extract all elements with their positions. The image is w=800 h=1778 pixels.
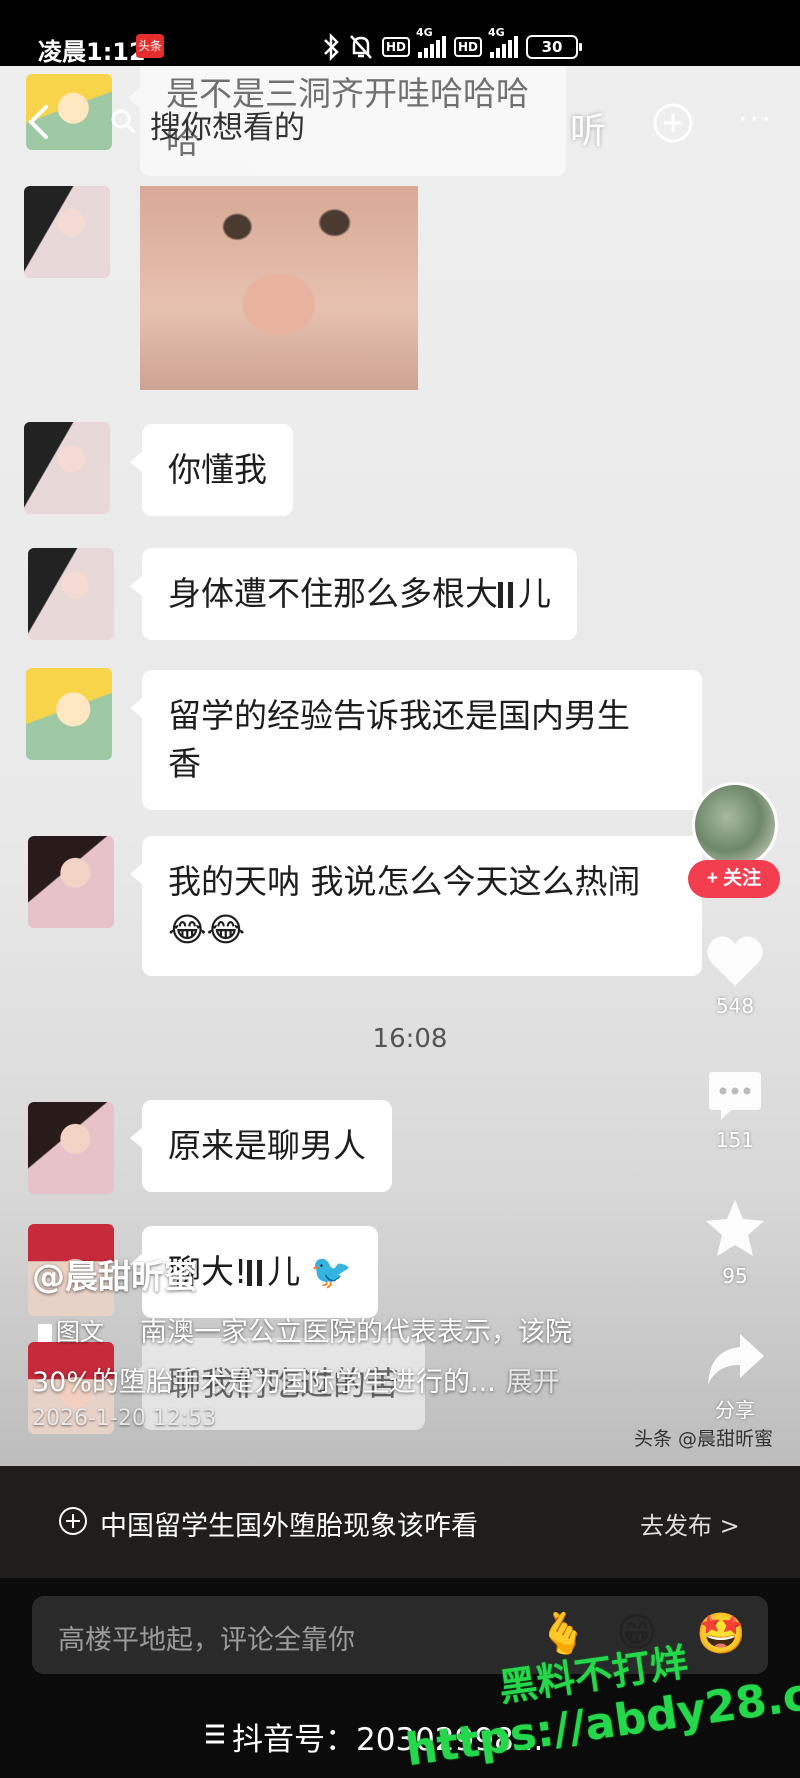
post-date: 2026-1-20 12:53: [32, 1406, 217, 1431]
chat-text: 😂😂: [168, 910, 246, 949]
top-nav: 搜你想看的 听 ···: [0, 72, 800, 172]
caption-text: 南澳一家公立医院的代表表示，该院: [140, 1317, 572, 1348]
listen-button[interactable]: 听: [570, 102, 606, 154]
topic-bar[interactable]: 中国留学生国外堕胎现象该咋看 去发布 >: [0, 1466, 800, 1578]
signal-icon: 4G: [416, 26, 447, 58]
comment-placeholder: 高楼平地起，评论全靠你: [58, 1625, 355, 1656]
menu-lines-icon: [206, 1724, 224, 1744]
avatar: [26, 668, 112, 760]
chat-text: 香: [168, 744, 201, 783]
chat-text: 身体遭不住那么多根大: [168, 574, 498, 613]
avatar: [28, 1102, 114, 1194]
like-button[interactable]: 548: [690, 934, 780, 1018]
topic-text[interactable]: 中国留学生国外堕胎现象该咋看: [100, 1504, 478, 1543]
mosaic-censor: [498, 582, 518, 608]
battery-icon: 30: [526, 35, 583, 59]
avatar: [24, 422, 110, 514]
author-name[interactable]: @晨甜昕蜜: [32, 1250, 197, 1298]
source-watermark: 头条 @晨甜昕蜜: [634, 1428, 774, 1450]
favorite-button[interactable]: 95: [690, 1198, 780, 1288]
network-label: 4G: [488, 26, 505, 39]
chat-bubble: 留学的经验告诉我还是国内男生香: [130, 670, 702, 810]
status-time: 凌晨1:12: [38, 38, 146, 66]
chat-text: 留学的经验告诉我还是国内男生: [168, 696, 630, 735]
share-label: 分享: [715, 1398, 755, 1422]
avatar: [24, 186, 110, 278]
publish-link[interactable]: 去发布 >: [640, 1506, 740, 1541]
chat-bubble: 身体遭不住那么多根大儿: [130, 548, 577, 640]
add-circle-icon: [59, 1507, 87, 1535]
comment-count: 151: [715, 1128, 755, 1152]
share-arrow-icon: [708, 1334, 764, 1384]
comment-button[interactable]: 151: [690, 1070, 780, 1152]
chat-text: 儿 🐦: [267, 1252, 352, 1291]
expand-link[interactable]: 展开: [506, 1367, 560, 1398]
chat-text: 你懂我: [168, 450, 267, 489]
time-separator: 16:08: [372, 1024, 448, 1054]
more-button[interactable]: ···: [738, 102, 773, 137]
avatar: [28, 836, 114, 928]
post-type-label: 图文: [56, 1318, 104, 1346]
add-circle-icon[interactable]: [652, 102, 694, 144]
follow-button[interactable]: + 关注: [688, 860, 780, 898]
hd-badge-icon: HD: [382, 37, 411, 57]
search-icon[interactable]: [110, 108, 136, 134]
chat-bubble: 原来是聊男人: [130, 1100, 392, 1192]
chat-text: 儿: [518, 574, 551, 613]
caption-text-line: 30%的堕胎手术是为国际学生进行的...: [32, 1367, 496, 1398]
status-icons: HD 4G HD 4G 30: [322, 26, 583, 64]
mosaic-censor: [247, 1260, 268, 1286]
hd-badge-icon: HD: [454, 37, 483, 57]
network-label: 4G: [416, 26, 433, 39]
star-eyes-emoji-icon[interactable]: 🤩: [696, 1610, 746, 1657]
share-button[interactable]: 分享: [690, 1332, 780, 1423]
chat-image: [140, 186, 418, 390]
chat-bubble: 我的天呐 我说怎么今天这么热闹 😂😂: [130, 836, 702, 976]
heart-icon: [707, 936, 763, 986]
mute-bell-icon: [350, 35, 372, 59]
image-text-icon: [38, 1324, 52, 1342]
post-type-tag: 图文: [38, 1312, 104, 1347]
chat-text: 我的天呐 我说怎么今天这么热闹: [168, 862, 641, 901]
signal-icon: 4G: [488, 26, 519, 58]
bluetooth-icon: [324, 33, 339, 61]
back-arrow-icon[interactable]: [26, 104, 50, 140]
caption-text: 30%的堕胎手术是为国际学生进行的... 展开: [32, 1360, 560, 1399]
star-icon: [706, 1200, 764, 1256]
author-avatar[interactable]: [692, 782, 778, 868]
toutiao-badge-icon: 头条: [136, 34, 164, 58]
chat-text: 原来是聊男人: [168, 1126, 366, 1165]
chat-bubble: 你懂我: [130, 424, 293, 516]
comment-icon: [709, 1072, 761, 1120]
search-input[interactable]: 搜你想看的: [150, 102, 305, 147]
avatar: [28, 548, 114, 640]
like-count: 548: [715, 994, 755, 1018]
favorite-count: 95: [722, 1264, 748, 1288]
